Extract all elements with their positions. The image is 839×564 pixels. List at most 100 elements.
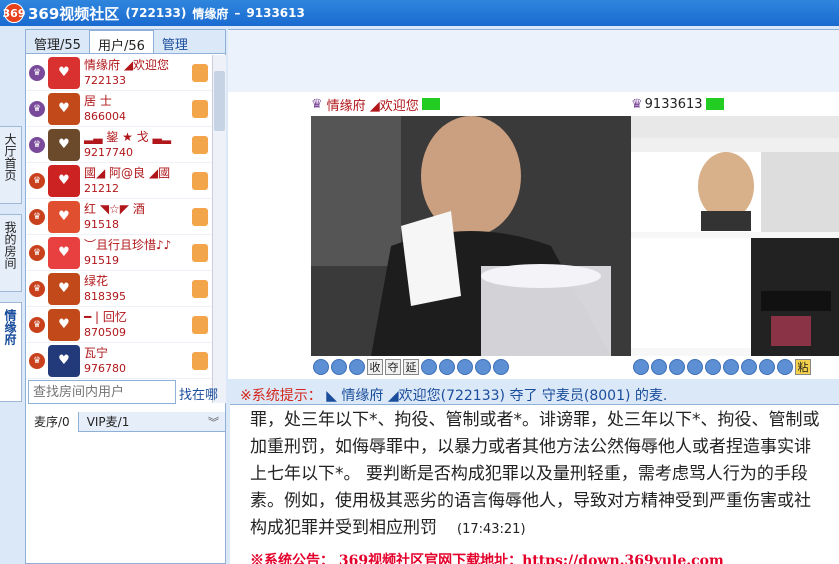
system-notice: ※系统公告： 369视频社区官网下载地址：https://down.369yul…	[250, 553, 724, 564]
find-user-button[interactable]: 找在哪	[179, 384, 218, 403]
person-icon	[192, 316, 208, 334]
chat-line: 罪，处三年以下*、拘役、管制或者*。诽谤罪，处三年以下*、拘役、管制或	[250, 410, 820, 430]
webcam-image	[311, 116, 631, 356]
tab-users[interactable]: 用户/56	[88, 30, 154, 54]
grab-button[interactable]: 夺	[385, 359, 401, 375]
announcement-strip	[228, 30, 839, 92]
person-icon	[192, 172, 208, 190]
user-id: 91518	[84, 217, 119, 231]
tab-my-room[interactable]: 我的房间	[0, 214, 22, 292]
camera-icon[interactable]	[651, 359, 667, 375]
user-name: ︶且行且珍惜♪♪	[84, 237, 172, 252]
crown-icon: ♛	[29, 208, 45, 225]
user-panel: 管理/55 用户/56 管理 ♛ ♥ 情缘府 ◢欢迎您 722133 ♛ ♥ 居 士 8660…	[25, 29, 226, 564]
avatar: ♥	[48, 344, 80, 377]
chat-line: 加重刑罚，如侮辱罪中，以暴力或者其他方法公然侮辱他人或者捏造事实诽	[250, 437, 811, 457]
user-name: 绿花	[84, 273, 109, 288]
settings-icon[interactable]	[313, 359, 329, 375]
user-name: 國◢ 阿@良 ◢國	[84, 165, 171, 180]
user-info: 居 士 866004	[84, 94, 126, 124]
user-id: 722133	[84, 73, 126, 87]
tab-admins[interactable]: 管理/55	[26, 30, 89, 53]
gift-icon[interactable]	[759, 359, 775, 375]
video-left-header: ♛ 情缘府 ◢欢迎您	[311, 94, 440, 114]
avatar: ♥	[48, 92, 80, 125]
chat-panel[interactable]: 罪，处三年以下*、拘役、管制或者*。诽谤罪，处三年以下*、拘役、管制或 加重刑罚…	[230, 404, 839, 564]
person-icon	[192, 352, 208, 370]
avatar: ♥	[48, 308, 80, 341]
user-row[interactable]: ♛ ♥ 红 ◥☆◤ 酒 91518	[26, 199, 212, 235]
volume-icon[interactable]	[349, 359, 365, 375]
gear-icon[interactable]	[723, 359, 739, 375]
user-list[interactable]: ♛ ♥ 情缘府 ◢欢迎您 722133 ♛ ♥ 居 士 866004 ♛ ♥ ▂▃ 鋆 ★ 戈 ▃▂…	[26, 55, 212, 403]
crown-icon: ♛	[29, 352, 45, 369]
person-icon	[192, 208, 208, 226]
tab-current-room[interactable]: 情缘府	[0, 302, 22, 402]
user-info: ▂▃ 鋆 ★ 戈 ▃▂ 9217740	[84, 130, 171, 160]
paste-button[interactable]: 粘	[795, 359, 811, 375]
title-bar: 369 369视频社区 (722133) 情缘府 – 9133613	[0, 0, 839, 26]
user-info: 情缘府 ◢欢迎您 722133	[84, 58, 169, 88]
user-icon[interactable]	[421, 359, 437, 375]
user-row[interactable]: ♛ ♥ 情缘府 ◢欢迎您 722133	[26, 55, 212, 91]
user-status-icons	[192, 208, 208, 226]
user-status-icons	[192, 100, 208, 118]
user-status-icons	[192, 280, 208, 298]
crown-icon: ♛	[29, 64, 45, 81]
record-icon[interactable]	[439, 359, 455, 375]
green-tag-icon	[705, 98, 724, 110]
user-row[interactable]: ♛ ♥ ━ | 回忆 870509	[26, 307, 212, 343]
chat-line: 构成犯罪并受到相应刑罚	[250, 518, 437, 538]
user-row[interactable]: ♛ ♥ ︶且行且珍惜♪♪ 91519	[26, 235, 212, 271]
user-row[interactable]: ♛ ♥ 绿花 818395	[26, 271, 212, 307]
tab-vip-mic[interactable]: VIP麦/1	[79, 413, 138, 430]
user-icon[interactable]	[687, 359, 703, 375]
room-id: (722133)	[125, 6, 187, 20]
room-number: 9133613	[246, 6, 305, 20]
user-list-scrollbar[interactable]	[212, 55, 226, 403]
collect-button[interactable]: 收	[367, 359, 383, 375]
user-info: 國◢ 阿@良 ◢國 21212	[84, 166, 170, 196]
tab-manage[interactable]: 管理	[154, 30, 196, 53]
record-icon[interactable]	[705, 359, 721, 375]
crown-icon: ♛	[29, 244, 45, 261]
user-name: 红 ◥☆◤ 酒	[84, 201, 145, 216]
gift-icon[interactable]	[493, 359, 509, 375]
user-info: ━ | 回忆 870509	[84, 310, 127, 340]
tab-lobby-home[interactable]: 大厅首页	[0, 126, 22, 204]
user-row[interactable]: ♛ ♥ 居 士 866004	[26, 91, 212, 127]
user-id: 866004	[84, 109, 126, 123]
user-id: 870509	[84, 325, 126, 339]
volume-icon[interactable]	[669, 359, 685, 375]
user-row[interactable]: ♛ ♥ ▂▃ 鋆 ★ 戈 ▃▂ 9217740	[26, 127, 212, 163]
avatar: ♥	[48, 56, 80, 89]
video-left-controls: 收 夺 延	[313, 357, 509, 377]
chat-line-last: 构成犯罪并受到相应刑罚 (17:43:21)	[250, 515, 839, 543]
user-status-icons	[192, 352, 208, 370]
system-tip: ※系统提示： ◣ 情缘府 ◢欢迎您(722133) 夺了 守麦员(8001) 的…	[240, 385, 667, 405]
star-icon[interactable]	[777, 359, 793, 375]
user-row[interactable]: ♛ ♥ 國◢ 阿@良 ◢國 21212	[26, 163, 212, 199]
refresh-icon[interactable]	[741, 359, 757, 375]
camera-icon[interactable]	[331, 359, 347, 375]
user-row[interactable]: ♛ ♥ 瓦宁 976780	[26, 343, 212, 379]
video-left-user: 情缘府 ◢欢迎您	[326, 98, 419, 114]
tab-mic-queue[interactable]: 麦序/0	[26, 411, 79, 432]
chevron-down-icon[interactable]: ︾	[208, 414, 219, 430]
avatar: ♥	[48, 272, 80, 305]
user-status-icons	[192, 64, 208, 82]
gear-icon[interactable]	[457, 359, 473, 375]
avatar: ♥	[48, 236, 80, 269]
chat-timestamp: (17:43:21)	[457, 522, 526, 537]
user-search-input[interactable]	[28, 380, 176, 404]
system-tip-prefix: ※系统提示：	[240, 388, 322, 404]
settings-icon[interactable]	[633, 359, 649, 375]
user-name: 居 士	[84, 93, 112, 108]
user-info: ︶且行且珍惜♪♪ 91519	[84, 238, 171, 268]
user-name: ━ | 回忆	[84, 309, 127, 324]
avatar: ♥	[48, 200, 80, 233]
scrollbar-thumb[interactable]	[214, 71, 225, 131]
refresh-icon[interactable]	[475, 359, 491, 375]
extend-button[interactable]: 延	[403, 359, 419, 375]
avatar: ♥	[48, 128, 80, 161]
